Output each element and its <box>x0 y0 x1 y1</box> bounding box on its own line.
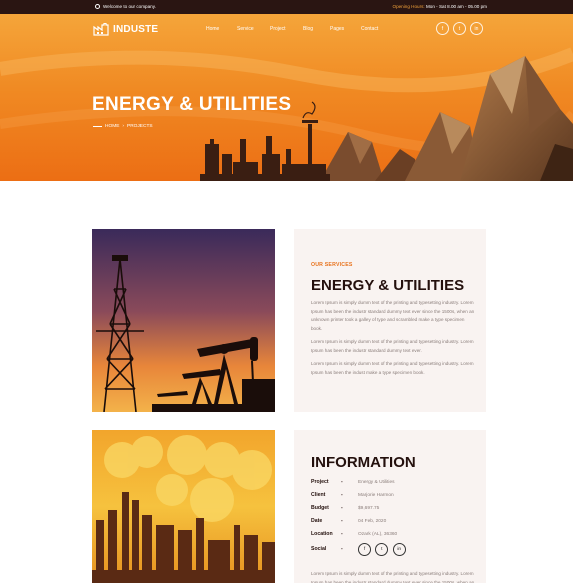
twitter-icon[interactable]: t <box>375 542 389 556</box>
info-value: $9,697.75 <box>358 505 380 511</box>
info-key: Budget <box>311 505 329 511</box>
info-value: Energy & Utilities <box>358 479 395 485</box>
service-panel: OUR SERVICES ENERGY & UTILITIES Lorem Ip… <box>294 229 486 412</box>
info-icon <box>95 4 100 9</box>
breadcrumb: HOME › PROJECTS <box>93 124 153 129</box>
factory-logo-icon <box>93 23 109 36</box>
service-paragraph-1: Lorem Ipsum is simply dumm text of the p… <box>311 300 475 331</box>
logo-text: INDUSTE <box>113 24 159 35</box>
information-title: INFORMATION <box>311 454 416 471</box>
hero-banner: INDUSTE Home Service Project Blog Pages … <box>0 14 573 181</box>
service-title: ENERGY & UTILITIES <box>311 277 465 294</box>
breadcrumb-home[interactable]: HOME <box>105 124 119 129</box>
welcome-message: Welcome to our company. <box>95 4 156 9</box>
info-row-client: Client - Marjorie Harmon <box>311 490 394 500</box>
info-key: Project <box>311 479 329 485</box>
nav-item-service[interactable]: Service <box>237 26 270 32</box>
top-bar: Welcome to our company. Opening Hours: M… <box>0 0 573 14</box>
info-row-location: Location - Ozark (AL), 36360 <box>311 529 397 539</box>
linkedin-icon[interactable]: in <box>470 22 483 35</box>
service-paragraph-3: Lorem Ipsum is simply dumm text of the p… <box>311 361 474 375</box>
nav-item-blog[interactable]: Blog <box>303 26 330 32</box>
info-separator: - <box>341 479 343 485</box>
info-value: 04 Feb, 2020 <box>358 518 387 524</box>
site-logo[interactable]: INDUSTE <box>93 23 158 36</box>
info-value: Marjorie Harmon <box>358 492 394 498</box>
facebook-icon[interactable]: f <box>358 542 371 556</box>
info-separator: - <box>341 531 343 537</box>
info-separator: - <box>341 492 343 498</box>
info-social-links: f t in <box>358 542 409 556</box>
main-navigation: INDUSTE Home Service Project Blog Pages … <box>0 14 573 44</box>
info-key: Social <box>311 546 327 552</box>
nav-item-project[interactable]: Project <box>270 26 303 32</box>
nav-item-pages[interactable]: Pages <box>330 26 361 32</box>
welcome-text: Welcome to our company. <box>103 4 156 9</box>
nav-item-home[interactable]: Home <box>206 26 237 32</box>
information-paragraph: Lorem Ipsum is simply dumm text of the p… <box>311 571 475 583</box>
breadcrumb-line <box>93 126 102 127</box>
info-key: Location <box>311 531 333 537</box>
nav-item-contact[interactable]: Contact <box>361 26 378 32</box>
opening-hours: Opening Hours: Mon - Sat 8.00 am - 05.00… <box>393 4 488 9</box>
opening-hours-label: Opening Hours: <box>392 4 425 9</box>
service-paragraph-2: Lorem Ipsum is simply dumm text of the p… <box>311 339 474 353</box>
info-separator: - <box>341 518 343 524</box>
oil-rig-image <box>92 229 275 412</box>
opening-hours-value: Mon - Sat 8.00 am - 05.00 pm <box>425 4 487 9</box>
info-separator: - <box>341 505 343 511</box>
breadcrumb-current: PROJECTS <box>127 124 153 129</box>
info-value: Ozark (AL), 36360 <box>358 531 398 537</box>
info-key: Date <box>311 518 323 524</box>
refinery-image <box>92 430 275 583</box>
section-eyebrow: OUR SERVICES <box>311 262 353 268</box>
info-separator: - <box>341 546 343 552</box>
twitter-icon[interactable]: t <box>453 22 466 35</box>
linkedin-icon[interactable]: in <box>392 542 406 556</box>
header-social-links: f t in <box>436 22 483 35</box>
info-row-budget: Budget - $9,697.75 <box>311 503 379 513</box>
breadcrumb-separator: › <box>122 124 125 129</box>
info-row-social: Social - f t in <box>311 542 409 556</box>
info-key: Client <box>311 492 326 498</box>
info-row-project: Project - Energy & Utilities <box>311 477 395 487</box>
info-row-date: Date - 04 Feb, 2020 <box>311 516 386 526</box>
page-title: ENERGY & UTILITIES <box>92 94 292 115</box>
nav-menu: Home Service Project Blog Pages Contact <box>206 26 378 32</box>
information-panel: INFORMATION Project - Energy & Utilities… <box>294 430 486 583</box>
facebook-icon[interactable]: f <box>436 22 449 35</box>
